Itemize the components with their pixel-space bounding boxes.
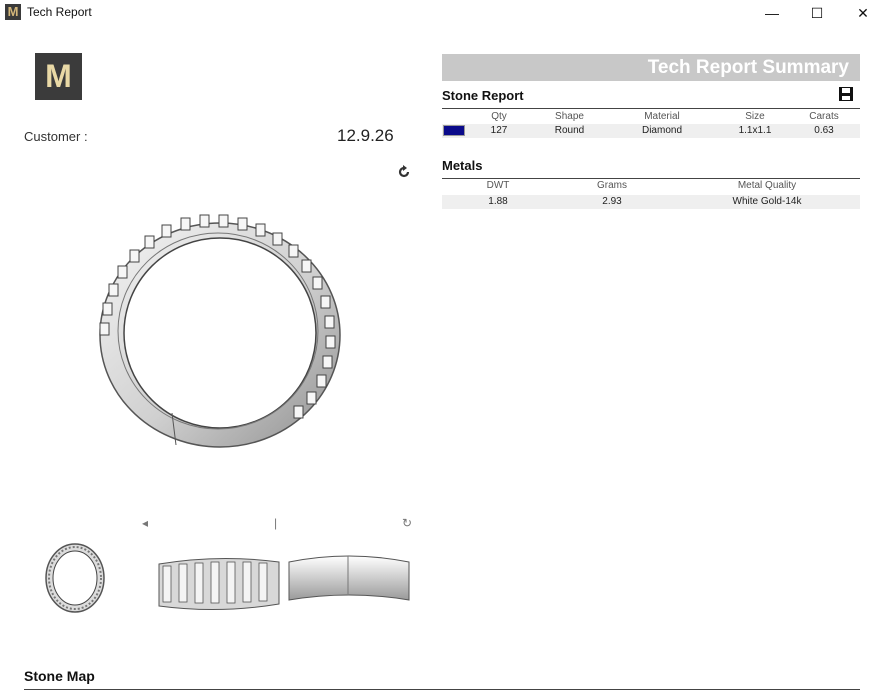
- customer-label: Customer :: [24, 129, 88, 144]
- material-value: Diamond: [641, 125, 683, 136]
- dwt-header: DWT: [486, 180, 510, 191]
- maximize-icon: ☐: [810, 4, 824, 21]
- metal-quality-header: Metal Quality: [737, 180, 797, 191]
- app-logo-icon: M: [5, 4, 21, 20]
- pin-icon[interactable]: |: [274, 516, 277, 530]
- grams-header: Grams: [597, 180, 627, 191]
- ring-front-thumbnail[interactable]: [44, 532, 106, 614]
- stone-map-divider: [24, 689, 860, 690]
- ring-side-thumbnail[interactable]: [288, 532, 410, 606]
- minimize-icon: —: [765, 5, 779, 21]
- stone-color-swatch: [443, 125, 465, 136]
- grams-value: 2.93: [602, 196, 622, 207]
- material-header: Material: [644, 111, 680, 122]
- stone-report-row[interactable]: 127 Round Diamond 1.1x1.1 0.63: [442, 124, 860, 138]
- metal-quality-value: White Gold-14k: [732, 196, 802, 207]
- qty-value: 127: [490, 125, 508, 136]
- metals-header: DWT Grams Metal Quality: [442, 179, 860, 193]
- dwt-value: 1.88: [488, 196, 508, 207]
- shape-value: Round: [554, 125, 585, 136]
- carats-header: Carats: [809, 111, 839, 122]
- close-icon: ✕: [857, 4, 869, 21]
- ring-3d-view[interactable]: [90, 205, 350, 455]
- size-header: Size: [745, 111, 765, 122]
- window-title: Tech Report: [27, 5, 92, 19]
- shape-header: Shape: [555, 111, 584, 122]
- carats-value: 0.63: [814, 125, 834, 136]
- brand-logo: M: [35, 53, 82, 100]
- close-button[interactable]: ✕: [840, 0, 876, 26]
- rotate-icon[interactable]: [396, 164, 412, 180]
- metals-title: Metals: [442, 158, 483, 173]
- refresh-icon[interactable]: ↻: [402, 516, 412, 530]
- stone-report-title: Stone Report: [442, 88, 524, 103]
- arrow-left-icon[interactable]: ◂: [142, 516, 148, 530]
- tech-report-summary-banner: Tech Report Summary: [442, 54, 860, 81]
- stone-report-header: Qty Shape Material Size Carats: [442, 110, 860, 124]
- ring-top-thumbnail[interactable]: [157, 532, 281, 616]
- stone-report-divider: [442, 108, 860, 109]
- save-icon[interactable]: [838, 86, 854, 102]
- report-date: 12.9.26: [337, 126, 394, 145]
- summary-title: Tech Report Summary: [647, 57, 849, 78]
- metals-row[interactable]: 1.88 2.93 White Gold-14k: [442, 195, 860, 209]
- stone-map-title: Stone Map: [24, 668, 95, 684]
- size-value: 1.1x1.1: [738, 125, 772, 136]
- window-titlebar: M Tech Report — ☐ ✕: [0, 0, 876, 26]
- qty-header: Qty: [491, 111, 507, 122]
- minimize-button[interactable]: —: [749, 0, 795, 26]
- maximize-button[interactable]: ☐: [794, 0, 840, 26]
